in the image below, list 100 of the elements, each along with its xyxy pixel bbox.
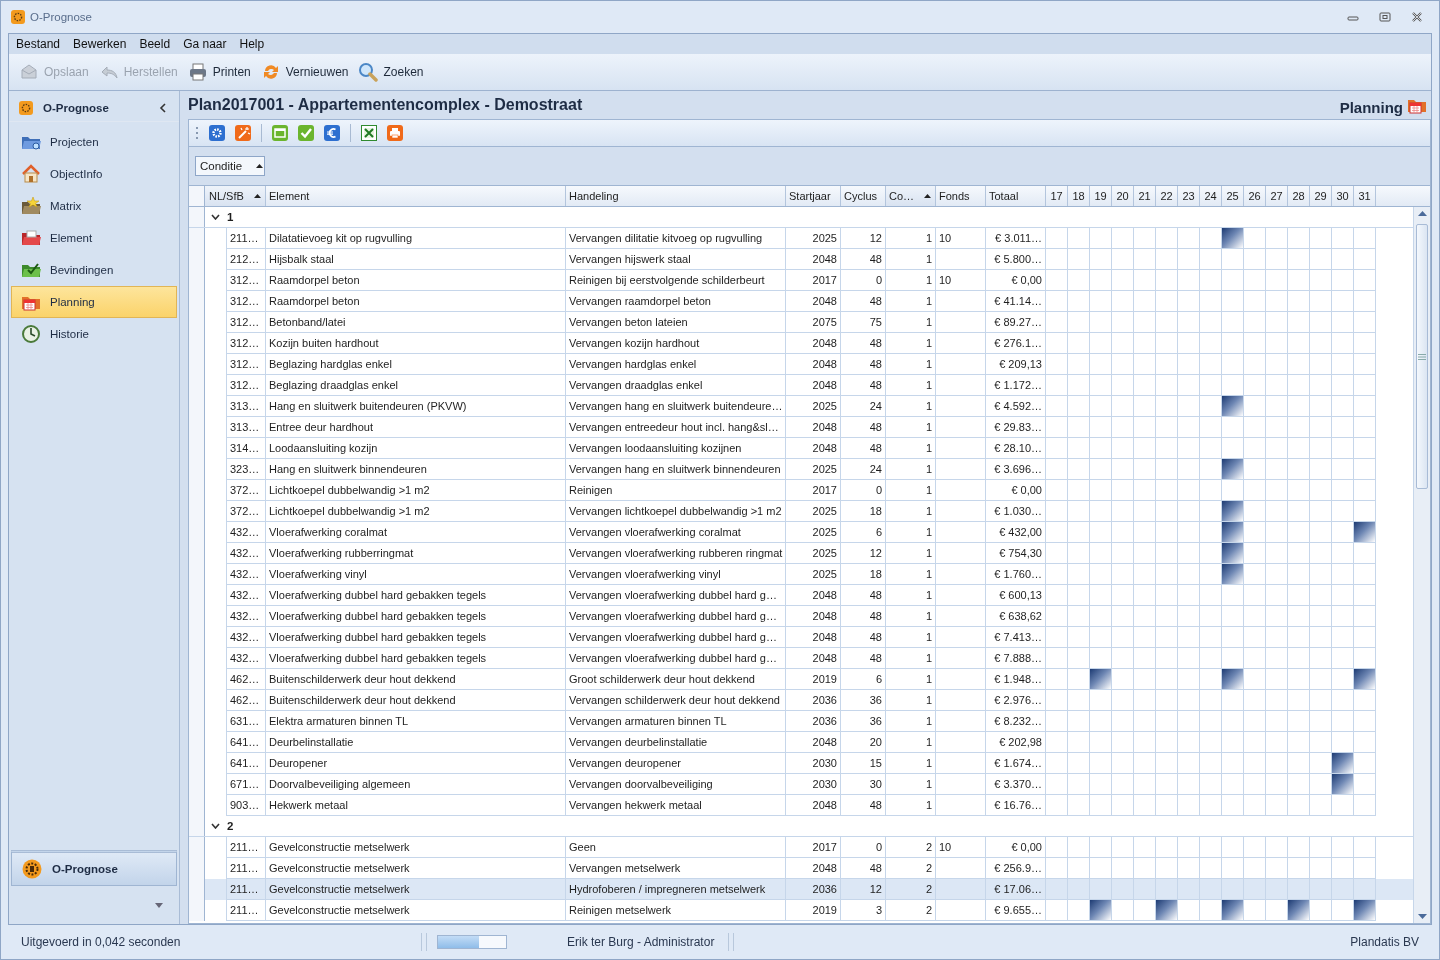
column-header[interactable]: 31 [1354,186,1376,206]
table-row[interactable]: 631… Elektra armaturen binnen TL Vervangen armaturen binnen TL 2036 36 1 € 8.232… [189,711,1413,732]
table-row[interactable]: 312… Beglazing draadglas enkel Vervangen draadglas enkel 2048 48 1 € 1.172… [189,375,1413,396]
table-row[interactable]: 211… Gevelconstructie metselwerk Hydrofoberen / impregneren metselwerk 2036 12 2 € 17.06… [189,879,1413,900]
table-row[interactable]: 314… Loodaansluiting kozijn Vervangen loodaansluiting kozijnen 2048 48 1 € 28.10… [189,438,1413,459]
table-cell: 1 [886,270,936,291]
menu-item[interactable]: Bestand [15,37,68,51]
column-header[interactable]: Fonds [936,186,986,206]
table-row[interactable]: 372… Lichtkoepel dubbelwandig >1 m2 Reinigen 2017 0 1 € 0,00 [189,480,1413,501]
table-cell: 432… [227,627,266,648]
sidebar-item[interactable]: Projecten [11,126,177,158]
table-row[interactable]: 903… Hekwerk metaal Vervangen hekwerk metaal 2048 48 1 € 16.76… [189,795,1413,816]
table-cell: Vervangen vloerafwerking dubbel hard g… [566,585,786,606]
table-row[interactable]: 462… Buitenschilderwerk deur hout dekkend Groot schilderwerk deur hout dekkend 2019 6 1 € 1.948… [189,669,1413,690]
table-row[interactable]: 432… Vloerafwerking dubbel hard gebakken tegels Vervangen vloerafwerking dubbel hard g… 2048 48 1 € 600,13 [189,585,1413,606]
table-cell: 2 [886,837,936,858]
table-row[interactable]: 432… Vloerafwerking coralmat Vervangen vloerafwerking coralmat 2025 6 1 € 432,00 [189,522,1413,543]
column-header[interactable]: 23 [1178,186,1200,206]
menu-item[interactable]: Bewerken [72,37,134,51]
column-header[interactable]: 28 [1288,186,1310,206]
house-icon [21,164,41,184]
sidebar-item[interactable]: Historie [11,318,177,350]
toolbar-button[interactable]: Printen [185,60,253,84]
toolbar-button[interactable]: Vernieuwen [258,60,351,84]
menu-item[interactable]: Help [238,37,272,51]
column-header[interactable]: 29 [1310,186,1332,206]
table-row[interactable]: 211… Dilatatievoeg kit op rugvulling Vervangen dilitatie kitvoeg op rugvulling 2025 12 1 10 € 3.011… [189,228,1413,249]
toolbar-button[interactable] [324,125,340,141]
table-cell: 48 [841,606,886,627]
column-header[interactable]: 20 [1112,186,1134,206]
toolbar-button[interactable] [361,125,377,141]
sort-ascending-icon [924,194,931,198]
column-header[interactable]: 26 [1244,186,1266,206]
window-icon [272,125,288,141]
table-row[interactable]: 671… Doorvalbeveiliging algemeen Vervangen doorvalbeveiliging 2030 30 1 € 3.370… [189,774,1413,795]
table-row[interactable]: 432… Vloerafwerking rubberringmat Vervangen vloerafwerking rubberen ringmat 2025 12 1 € 754,30 [189,543,1413,564]
table-cell: € 3.011… [986,228,1046,249]
column-header[interactable]: 25 [1222,186,1244,206]
table-row[interactable]: 641… Deuropener Vervangen deuropener 2030 15 1 € 1.674… [189,753,1413,774]
table-cell: 12 [841,879,886,900]
table-row[interactable]: 211… Gevelconstructie metselwerk Reinigen metselwerk 2019 3 2 € 9.655… [189,900,1413,921]
table-row[interactable]: 312… Raamdorpel beton Reinigen bij eerstvolgende schilderbeurt 2017 0 1 10 € 0,00 [189,270,1413,291]
table-row[interactable]: 211… Gevelconstructie metselwerk Geen 2017 0 2 10 € 0,00 [189,837,1413,858]
table-row[interactable]: 432… Vloerafwerking dubbel hard gebakken tegels Vervangen vloerafwerking dubbel hard g… 2048 48 1 € 7.413… [189,627,1413,648]
column-header[interactable]: 22 [1156,186,1178,206]
table-row[interactable]: 212… Hijsbalk staal Vervangen hijswerk staal 2048 48 1 € 5.800… [189,249,1413,270]
table-cell: Reinigen [566,480,786,501]
table-cell: € 89.27… [986,312,1046,333]
toolbar-button[interactable] [209,125,225,141]
group-by-chip[interactable]: Conditie [195,156,265,176]
sidebar-item[interactable]: Matrix [11,190,177,222]
toolbar-button[interactable] [235,125,251,141]
table-row[interactable]: 312… Beglazing hardglas enkel Vervangen hardglas enkel 2048 48 1 € 209,13 [189,354,1413,375]
table-cell: Vervangen doorvalbeveiliging [566,774,786,795]
table-cell: Vloerafwerking coralmat [266,522,566,543]
menu-item[interactable]: Ga naar [182,37,234,51]
table-row[interactable]: 372… Lichtkoepel dubbelwandig >1 m2 Vervangen lichtkoepel dubbelwandig >1 m2 2025 18 1 € 1.030… [189,501,1413,522]
column-header[interactable]: 27 [1266,186,1288,206]
scrollbar-thumb[interactable] [1416,224,1428,489]
toolbar-button[interactable] [387,125,403,141]
column-header[interactable]: Totaal [986,186,1046,206]
table-row[interactable]: 432… Vloerafwerking dubbel hard gebakken tegels Vervangen vloerafwerking dubbel hard g… 2048 48 1 € 638,62 [189,606,1413,627]
vertical-scrollbar[interactable] [1413,207,1430,923]
column-header[interactable]: 21 [1134,186,1156,206]
table-row[interactable]: 641… Deurbelinstallatie Vervangen deurbelinstallatie 2048 20 1 € 202,98 [189,732,1413,753]
column-header[interactable]: 18 [1068,186,1090,206]
table-row[interactable]: 432… Vloerafwerking dubbel hard gebakken tegels Vervangen vloerafwerking dubbel hard g… 2048 48 1 € 7.888… [189,648,1413,669]
column-header[interactable]: 24 [1200,186,1222,206]
table-cell: 2036 [786,879,841,900]
column-header[interactable]: NL/SfB [205,186,266,206]
column-header[interactable]: 19 [1090,186,1112,206]
navigation-button[interactable]: O-Prognose [11,850,177,886]
column-header[interactable]: Startjaar [786,186,841,206]
menu-item[interactable]: Beeld [138,37,178,51]
table-row[interactable]: 312… Betonband/latei Vervangen beton lateien 2075 75 1 € 89.27… [189,312,1413,333]
column-header[interactable]: Handeling [566,186,786,206]
table-row[interactable]: 313… Entree deur hardhout Vervangen entreedeur hout incl. hang&sl… 2048 48 1 € 29.83… [189,417,1413,438]
sidebar-item[interactable]: Bevindingen [11,254,177,286]
table-cell: Vervangen vloerafwerking dubbel hard g… [566,627,786,648]
table-row[interactable]: 312… Raamdorpel beton Vervangen raamdorpel beton 2048 48 1 € 41.14… [189,291,1413,312]
group-label: 2 [227,820,234,832]
sidebar-item[interactable]: Element [11,222,177,254]
table-row[interactable]: 462… Buitenschilderwerk deur hout dekkend Vervangen schilderwerk deur hout dekkend 2036 36 1 € 2.976… [189,690,1413,711]
table-row[interactable]: 323… Hang en sluitwerk binnendeuren Vervangen hang en sluitwerk binnendeuren 2025 24 1 € 3.696… [189,459,1413,480]
table-row[interactable]: 313… Hang en sluitwerk buitendeuren (PKVW) Vervangen hang en sluitwerk buitendeure… 2025 24 1 € 4.592… [189,396,1413,417]
table-row[interactable]: 312… Kozijn buiten hardhout Vervangen kozijn hardhout 2048 48 1 € 276.1… [189,333,1413,354]
toolbar-button[interactable] [298,125,314,141]
table-cell: 0 [841,270,886,291]
column-header[interactable]: Element [266,186,566,206]
printer-icon [387,125,403,141]
collapse-button[interactable] [159,103,167,113]
toolbar-button[interactable]: Zoeken [356,60,426,84]
column-header[interactable]: 30 [1332,186,1354,206]
sidebar-item[interactable]: ObjectInfo [11,158,177,190]
column-header[interactable]: 17 [1046,186,1068,206]
table-cell: 641… [227,753,266,774]
sidebar-item[interactable]: Planning [11,286,177,318]
column-header[interactable]: Co… [886,186,936,206]
table-row[interactable]: 432… Vloerafwerking vinyl Vervangen vloerafwerking vinyl 2025 18 1 € 1.760… [189,564,1413,585]
toolbar-button[interactable] [272,125,288,141]
